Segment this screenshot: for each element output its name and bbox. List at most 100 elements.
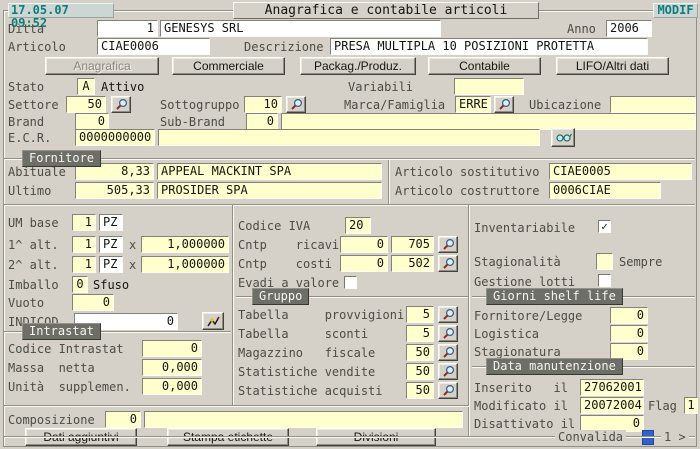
indicod-edit-button[interactable] — [202, 312, 224, 330]
um-base-qty-field[interactable]: 1 — [72, 214, 96, 231]
fornitore-legge-field[interactable]: 0 — [610, 307, 648, 324]
ditta-code-field[interactable]: 1 — [97, 20, 158, 37]
ecr-view-button[interactable] — [551, 128, 575, 147]
brand-label: Brand — [8, 115, 44, 130]
anno-field[interactable]: 2006 — [606, 20, 652, 37]
cntp-costi-lookup-button[interactable] — [438, 255, 458, 272]
marca-famiglia-field[interactable]: ERRE — [455, 96, 491, 113]
um-alt1-factor-field[interactable]: 1,000000 — [141, 236, 229, 253]
statistiche-acquisti-label: Statistiche acquisti — [238, 384, 383, 399]
um-alt2-um-field[interactable]: PZ — [99, 256, 123, 273]
um-alt1-qty-field[interactable]: 1 — [72, 236, 96, 253]
tab-contabile[interactable]: Contabile — [428, 57, 541, 75]
brand-field[interactable]: 0 — [75, 113, 109, 130]
statistiche-vendite-label: Statistiche vendite — [238, 365, 375, 380]
stato-field[interactable]: A — [77, 78, 95, 95]
inventariabile-checkbox[interactable]: ✓ — [598, 220, 611, 233]
um-alt2-qty-field[interactable]: 1 — [72, 256, 96, 273]
ultimo-name-field[interactable]: PROSIDER SPA — [157, 182, 382, 199]
imballo-code-field[interactable]: 0 — [72, 276, 88, 293]
codice-iva-label: Codice IVA — [238, 219, 310, 234]
tabella-sconti-label: Tabella sconti — [238, 327, 368, 342]
sub-brand-desc-field[interactable] — [281, 113, 696, 130]
abituale-name-field[interactable]: APPEAL MACKINT SPA — [157, 163, 382, 180]
um-alt2-factor-field[interactable]: 1,000000 — [141, 256, 229, 273]
settore-field[interactable]: 50 — [66, 96, 106, 113]
mode-badge: MODIF — [653, 3, 698, 18]
cntp-ricavi-field-2[interactable]: 705 — [391, 236, 434, 253]
evadi-a-valore-checkbox[interactable] — [344, 276, 357, 289]
flag-field[interactable]: 1 — [684, 397, 698, 414]
logistica-field[interactable]: 0 — [610, 325, 648, 342]
statistiche-vendite-field[interactable]: 50 — [406, 363, 434, 380]
um-base-um-field[interactable]: PZ — [99, 214, 123, 231]
magazzino-fiscale-lookup-button[interactable] — [438, 344, 458, 361]
magazzino-fiscale-field[interactable]: 50 — [406, 344, 434, 361]
tabella-provvigioni-field[interactable]: 5 — [406, 306, 434, 323]
codice-iva-field[interactable]: 20 — [345, 217, 371, 234]
tabella-sconti-lookup-button[interactable] — [438, 325, 458, 342]
intrastat-section-header: Intrastat — [22, 323, 101, 340]
ultimo-code-field[interactable]: 505,33 — [75, 182, 154, 199]
modificato-il-field[interactable]: 20072004 — [580, 397, 644, 414]
tabella-provvigioni-lookup-button[interactable] — [438, 306, 458, 323]
magnifier-icon — [442, 257, 455, 270]
magnifier-icon — [115, 98, 128, 111]
divisioni-button[interactable]: Divisioni — [316, 428, 436, 446]
composizione-desc-field[interactable] — [144, 411, 463, 428]
ubicazione-field[interactable] — [610, 96, 696, 113]
inserito-il-field[interactable]: 27062001 — [580, 379, 644, 396]
cntp-costi-field-2[interactable]: 502 — [391, 255, 434, 272]
statistiche-acquisti-field[interactable]: 50 — [406, 382, 434, 399]
divider — [4, 405, 469, 406]
statistiche-acquisti-lookup-button[interactable] — [438, 382, 458, 399]
divider — [4, 204, 695, 205]
fornitore-section-header: Fornitore — [22, 150, 101, 167]
magnifier-icon — [290, 98, 303, 111]
sub-brand-field[interactable]: 0 — [246, 113, 278, 130]
articolo-code-field[interactable]: CIAE0006 — [97, 38, 210, 55]
magnifier-icon — [442, 327, 455, 340]
cntp-ricavi-lookup-button[interactable] — [438, 236, 458, 253]
statistiche-vendite-lookup-button[interactable] — [438, 363, 458, 380]
tabella-sconti-field[interactable]: 5 — [406, 325, 434, 342]
tabella-provvigioni-label: Tabella provvigioni — [238, 308, 404, 323]
descrizione-field[interactable]: PRESA MULTIPLA 10 POSIZIONI PROTETTA — [330, 38, 648, 55]
imballo-label: Imballo — [8, 278, 59, 293]
codice-intrastat-field[interactable]: 0 — [142, 340, 202, 357]
unita-supplem-label: Unità supplemen. — [8, 380, 131, 395]
sottogruppo-lookup-button[interactable] — [286, 96, 306, 113]
magnifier-icon — [498, 98, 511, 111]
articolo-sostitutivo-label: Articolo sostitutivo — [395, 165, 540, 180]
composizione-code-field[interactable]: 0 — [105, 411, 141, 428]
um-alt1-um-field[interactable]: PZ — [99, 236, 123, 253]
data-manutenzione-section-header: Data manutenzione — [486, 358, 623, 375]
um-alt1-x-label: x — [129, 238, 136, 253]
vuoto-field[interactable]: 0 — [72, 294, 114, 311]
stagionalita-field[interactable] — [596, 253, 613, 270]
gestione-lotti-checkbox[interactable] — [598, 274, 611, 287]
ditta-name-field[interactable]: GENESYS SRL — [160, 20, 441, 37]
vuoto-label: Vuoto — [8, 296, 44, 311]
ecr-desc-field[interactable] — [158, 129, 540, 146]
cntp-ricavi-field-1[interactable]: 0 — [340, 236, 388, 253]
ecr-code-field[interactable]: 0000000000 — [75, 129, 155, 146]
dati-aggiuntivi-button[interactable]: Dati aggiuntivi — [25, 428, 137, 446]
massa-netta-label: Massa netta — [8, 361, 95, 376]
fornitore-legge-label: Fornitore/Legge — [474, 309, 582, 324]
articolo-sostitutivo-field[interactable]: CIAE0005 — [549, 163, 692, 180]
marca-lookup-button[interactable] — [494, 96, 514, 113]
sottogruppo-field[interactable]: 10 — [244, 96, 282, 113]
tab-lifo-altri-dati[interactable]: LIFO/Altri dati — [556, 57, 669, 75]
tab-anagrafica[interactable]: Anagrafica — [45, 57, 159, 75]
articolo-costruttore-field[interactable]: 0006CIAE — [549, 182, 661, 199]
cntp-costi-field-1[interactable]: 0 — [340, 255, 388, 272]
unita-supplem-field[interactable]: 0,000 — [142, 378, 202, 395]
massa-netta-field[interactable]: 0,000 — [142, 359, 202, 376]
tab-packag-produz[interactable]: Packag./Produz. — [300, 57, 416, 75]
logistica-label: Logistica — [474, 327, 539, 342]
variabili-field[interactable] — [454, 78, 524, 95]
settore-lookup-button[interactable] — [111, 96, 131, 113]
stampa-etichette-button[interactable]: Stampa etichette — [167, 428, 289, 446]
tab-commerciale[interactable]: Commerciale — [172, 57, 285, 75]
